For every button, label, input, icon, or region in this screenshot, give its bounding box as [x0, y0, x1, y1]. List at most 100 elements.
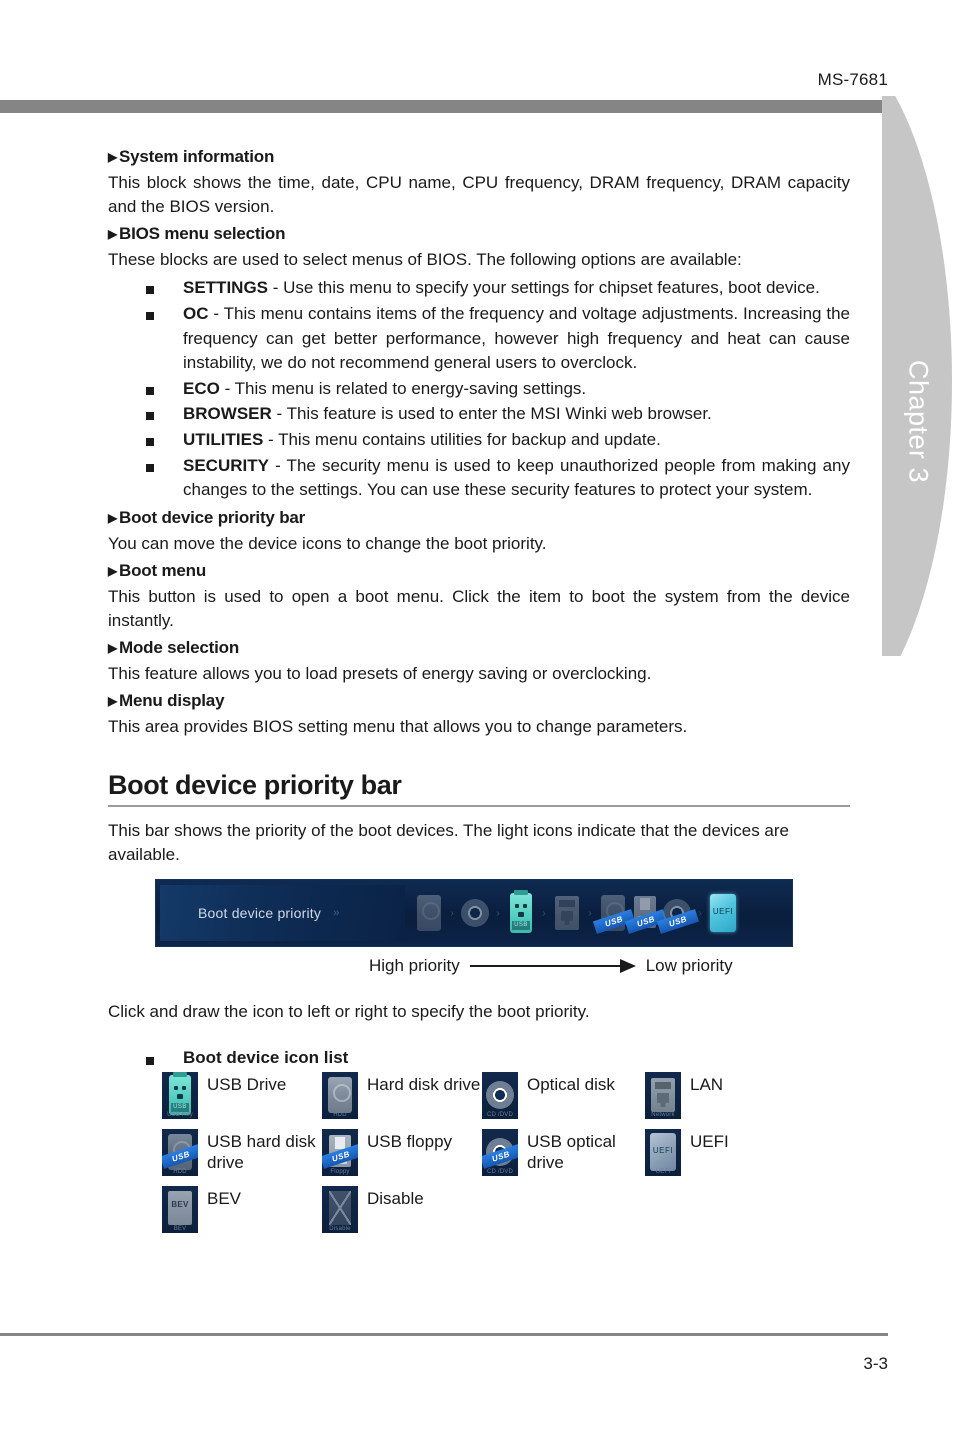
- icon-caption: CD /DVD: [486, 1112, 514, 1119]
- model-number: MS-7681: [817, 70, 888, 89]
- boot-device-priority-bar[interactable]: Boot device priority ›› › › USB › › USB …: [155, 879, 793, 948]
- subheading-bios-menu-selection: ▶ BIOS menu selection: [108, 224, 286, 244]
- icon-caption: CD /DVD: [486, 1169, 514, 1176]
- option-name: ECO: [183, 378, 220, 398]
- icon-label: USB hard disk drive: [207, 1132, 316, 1172]
- grid-spacer: [482, 1186, 645, 1233]
- bev-badge-label: BEV: [171, 1200, 189, 1210]
- boot-priority-bar-label-panel: Boot device priority ››: [160, 885, 405, 942]
- icon-caption: UEFI: [655, 1169, 671, 1176]
- paragraph-boot-device-priority-bar: You can move the device icons to change …: [108, 533, 547, 553]
- uefi-icon: UEFI UEFI: [645, 1129, 681, 1177]
- option-name: SETTINGS: [183, 278, 269, 298]
- list-item: UTILITIES - This menu contains utilities…: [108, 428, 850, 453]
- icon-label: UEFI: [690, 1132, 729, 1152]
- icon-list-item-usb-drive: USB USB Key USB Drive: [162, 1072, 322, 1120]
- page-number: 3-3: [863, 1354, 888, 1373]
- legend-high-priority: High priority: [369, 956, 460, 976]
- header-rule: [0, 100, 888, 113]
- option-desc: - This menu contains utilities for backu…: [263, 430, 661, 450]
- legend-low-priority: Low priority: [645, 956, 733, 976]
- usb-floppy-icon[interactable]: USB: [624, 891, 668, 935]
- optical-disk-icon[interactable]: [459, 891, 491, 935]
- chevron-right-icon: ››: [333, 907, 339, 920]
- icon-caption: USB Key: [167, 1112, 193, 1119]
- separator-chevron-icon: ›: [588, 907, 592, 919]
- list-item: OC - This menu contains items of the fre…: [108, 302, 850, 376]
- triangle-bullet-icon: ▶: [108, 227, 118, 242]
- option-desc: - The security menu is used to keep unau…: [183, 455, 850, 500]
- paragraph-click-note: Click and draw the icon to left or right…: [108, 1002, 590, 1022]
- icon-caption: Floppy: [330, 1169, 350, 1176]
- grid-spacer: [645, 1186, 805, 1233]
- option-desc: - This feature is used to enter the MSI …: [271, 404, 712, 424]
- paragraph-system-information: This block shows the time, date, CPU nam…: [108, 172, 850, 217]
- icon-label: USB optical drive: [527, 1132, 616, 1172]
- subheading-mode-selection: ▶ Mode selection: [108, 638, 240, 658]
- icon-list-item-lan: Network LAN: [645, 1072, 805, 1120]
- triangle-bullet-icon: ▶: [108, 150, 118, 164]
- triangle-bullet-icon: ▶: [108, 694, 118, 709]
- separator-chevron-icon: ›: [542, 907, 546, 919]
- icon-list-item-bev: BEV BEV BEV: [162, 1186, 322, 1234]
- paragraph-boot-bar-intro: This bar shows the priority of the boot …: [108, 820, 789, 864]
- lan-icon[interactable]: [551, 891, 583, 935]
- subheading-system-information: ▶ System information: [108, 147, 275, 166]
- icon-caption: HDD: [173, 1169, 187, 1176]
- boot-device-icon-grid: USB USB Key USB Drive HDD Hard disk driv…: [162, 1072, 850, 1234]
- icon-list-item-usb-optical-drive: USB CD /DVD USB optical drive: [482, 1129, 645, 1177]
- priority-legend: High priority Low priority: [369, 956, 793, 976]
- chapter-tab: Chapter 3: [882, 96, 954, 656]
- triangle-bullet-icon: ▶: [108, 564, 118, 579]
- icon-caption: HDD: [333, 1112, 347, 1119]
- icon-list-item-uefi: UEFI UEFI UEFI: [645, 1129, 805, 1177]
- boot-priority-bar-label: Boot device priority: [198, 905, 322, 922]
- uefi-icon[interactable]: UEFI: [707, 891, 739, 935]
- list-item: SETTINGS - Use this menu to specify your…: [108, 276, 850, 301]
- usb-drive-icon[interactable]: USB: [505, 890, 537, 935]
- icon-list-item-disable: Disable Disable: [322, 1186, 482, 1234]
- icon-caption: Disable: [329, 1226, 351, 1233]
- boot-priority-figure: Boot device priority ›› › › USB › › USB …: [155, 879, 793, 976]
- icon-list-item-hard-disk-drive: HDD Hard disk drive: [322, 1072, 482, 1120]
- usb-hard-disk-drive-icon[interactable]: USB: [592, 891, 636, 935]
- section-title: Boot device priority bar: [108, 770, 402, 801]
- disable-icon: Disable: [322, 1186, 358, 1234]
- icon-caption: Network: [651, 1112, 675, 1119]
- icon-label: LAN: [690, 1075, 724, 1095]
- subheading-menu-display: ▶ Menu display: [108, 691, 225, 711]
- option-name: BROWSER: [183, 404, 272, 424]
- subheading-boot-device-priority-bar: ▶ Boot device priority bar: [108, 508, 306, 528]
- arrow-right-icon: [469, 959, 636, 974]
- option-name: OC: [183, 303, 209, 323]
- icon-list-item-optical-disk: CD /DVD Optical disk: [482, 1072, 645, 1120]
- paragraph-bios-menu-selection: These blocks are used to select menus of…: [108, 250, 742, 270]
- paragraph-boot-menu: This button is used to open a boot menu.…: [108, 587, 850, 631]
- separator-chevron-icon: ›: [496, 907, 500, 919]
- optical-disk-icon: CD /DVD: [482, 1072, 518, 1120]
- hard-disk-drive-icon: HDD: [322, 1072, 358, 1120]
- option-name: UTILITIES: [183, 430, 264, 450]
- page-content: ▶ System information This block shows the…: [108, 146, 850, 1234]
- usb-floppy-icon: USB Floppy: [322, 1129, 358, 1177]
- icon-label: Hard disk drive: [367, 1075, 481, 1095]
- boot-priority-icon-strip: › › USB › › USB USB USB › UEFI: [413, 890, 739, 935]
- option-desc: - This menu is related to energy-saving …: [219, 378, 587, 398]
- hard-disk-drive-icon[interactable]: [413, 891, 445, 935]
- bev-icon: BEV BEV: [162, 1186, 198, 1234]
- usb-optical-drive-icon: USB CD /DVD: [482, 1129, 518, 1177]
- bios-menu-option-list: SETTINGS - Use this menu to specify your…: [108, 276, 850, 503]
- icon-list-item-usb-floppy: USB Floppy USB floppy: [322, 1129, 482, 1177]
- section-rule: [108, 804, 850, 807]
- icon-list-heading: Boot device icon list: [146, 1048, 850, 1068]
- option-name: SECURITY: [183, 455, 269, 475]
- option-desc: - Use this menu to specify your settings…: [268, 278, 820, 298]
- triangle-bullet-icon: ▶: [108, 641, 118, 656]
- triangle-bullet-icon: ▶: [108, 511, 118, 526]
- paragraph-mode-selection: This feature allows you to load presets …: [108, 664, 652, 684]
- uefi-badge-label: UEFI: [652, 1146, 674, 1156]
- usb-optical-drive-icon[interactable]: USB: [656, 891, 700, 935]
- icon-label: USB floppy: [367, 1132, 453, 1152]
- option-desc: - This menu contains items of the freque…: [183, 303, 850, 373]
- icon-list-item-usb-hard-disk-drive: USB HDD USB hard disk drive: [162, 1129, 322, 1177]
